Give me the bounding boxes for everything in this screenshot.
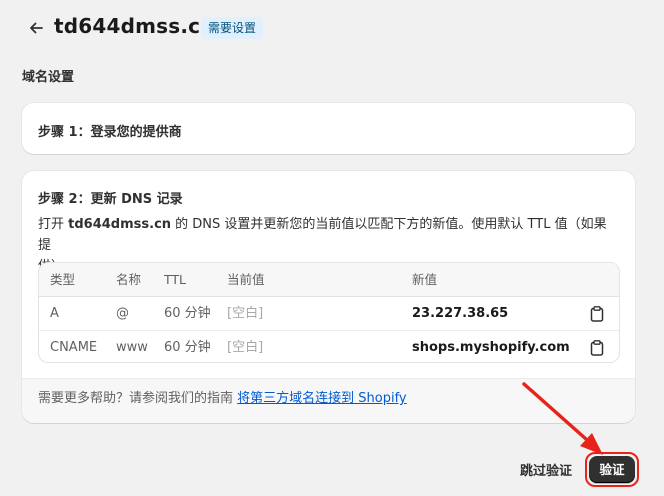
- status-badge: 需要设置: [201, 17, 264, 39]
- record-new-value[interactable]: shops.myshopify.com: [412, 331, 570, 362]
- instructions-domain: td644dmss.cn: [68, 217, 172, 232]
- instructions-prefix: 打开: [38, 217, 69, 232]
- record-name: @: [116, 306, 129, 321]
- column-header-ttl: TTL: [164, 272, 187, 287]
- help-footer: 需要更多帮助？请参阅我们的指南 将第三方域名连接到 Shopify: [22, 378, 635, 423]
- record-current-value: [空白]: [227, 340, 264, 355]
- table-header: 类型 名称 TTL 当前值 新值: [39, 263, 619, 297]
- clipboard-icon: [590, 305, 604, 322]
- help-text: 需要更多帮助？请参阅我们的指南: [38, 391, 238, 406]
- record-new-value[interactable]: 23.227.38.65: [412, 297, 508, 330]
- step2-card: 步骤 2：更新 DNS 记录 打开 td644dmss.cn 的 DNS 设置并…: [22, 171, 635, 423]
- record-current-value: [空白]: [227, 306, 264, 321]
- help-guide-link[interactable]: 将第三方域名连接到 Shopify: [237, 391, 406, 406]
- record-ttl: 60 分钟: [164, 306, 211, 321]
- step1-title: 步骤 1：登录您的提供商: [38, 125, 182, 140]
- copy-button[interactable]: [589, 305, 605, 322]
- column-header-name: 名称: [116, 272, 142, 287]
- record-ttl: 60 分钟: [164, 340, 211, 355]
- back-button[interactable]: [26, 18, 46, 38]
- copy-button[interactable]: [589, 339, 605, 356]
- record-type: CNAME: [50, 340, 98, 355]
- arrow-left-icon: [30, 22, 43, 34]
- column-header-current: 当前值: [227, 272, 265, 287]
- skip-verification-button[interactable]: 跳过验证: [520, 460, 572, 479]
- clipboard-icon: [590, 339, 604, 356]
- page-title: td644dmss.cn: [54, 14, 215, 38]
- record-name: www: [116, 340, 148, 355]
- record-type: A: [50, 306, 59, 321]
- section-title: 域名设置: [22, 70, 75, 85]
- verify-button[interactable]: 验证: [589, 456, 635, 483]
- table-row: A @ 60 分钟 [空白] 23.227.38.65: [39, 297, 619, 330]
- dns-records-table: 类型 名称 TTL 当前值 新值 A @ 60 分钟 [空白] 23.227.3…: [38, 262, 620, 363]
- page-header: td644dmss.cn 需要设置: [0, 0, 664, 58]
- column-header-new: 新值: [412, 272, 438, 287]
- table-row: CNAME www 60 分钟 [空白] shops.myshopify.com: [39, 330, 619, 362]
- column-header-type: 类型: [50, 272, 76, 287]
- step2-title: 步骤 2：更新 DNS 记录: [38, 192, 183, 207]
- step1-card[interactable]: 步骤 1：登录您的提供商: [22, 103, 635, 154]
